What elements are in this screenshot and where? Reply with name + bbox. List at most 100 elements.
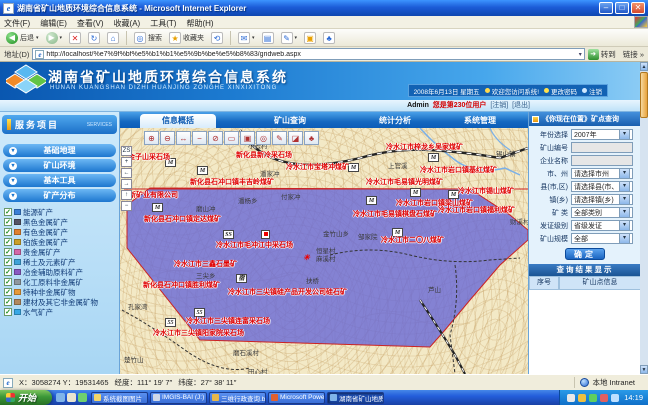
zoom-in-tool[interactable]: ⊕ bbox=[144, 131, 159, 145]
mine-marker-M[interactable]: M bbox=[152, 203, 163, 212]
favorites-button[interactable]: ★收藏夹 bbox=[167, 30, 206, 45]
mine-label[interactable]: 冷水江市三尖镇连富采石场 bbox=[186, 316, 270, 326]
sidebar-group-3[interactable]: ▾矿产分布 bbox=[3, 189, 116, 202]
folder-button[interactable]: ▣ bbox=[302, 30, 318, 45]
nav-up[interactable]: ↑ bbox=[121, 190, 132, 200]
start-button[interactable]: 开始 bbox=[0, 390, 52, 405]
mine-marker-55[interactable]: 55 bbox=[165, 318, 176, 327]
taskbar-window-4[interactable]: 湖南省矿山地质环... bbox=[327, 392, 384, 404]
query-field-input[interactable] bbox=[571, 155, 633, 166]
layer-checkbox[interactable]: ✓ bbox=[4, 228, 12, 236]
tray-volume-icon[interactable] bbox=[611, 394, 619, 402]
map-viewport[interactable]: ⊕⊖↔−⊘▭▣◎✎◪♣ ZS+←→↑− 金子山采石场新化县新冷采石场冷水江市宝塔… bbox=[120, 128, 528, 374]
identify-tool[interactable]: ◎ bbox=[256, 131, 271, 145]
mine-marker-star[interactable]: ✳ bbox=[301, 254, 312, 263]
mine-label[interactable]: 冷水江市毛易镇光明煤矿 bbox=[366, 177, 443, 187]
menu-item-4[interactable]: 工具(T) bbox=[150, 19, 176, 28]
address-dropdown-icon[interactable]: ▾ bbox=[579, 51, 582, 58]
mine-label[interactable]: 新化县石冲口镇定达煤矿 bbox=[144, 214, 221, 224]
tray-update-icon[interactable] bbox=[578, 394, 586, 402]
menu-item-0[interactable]: 文件(F) bbox=[4, 19, 30, 28]
quick-launch-player-icon[interactable] bbox=[78, 393, 87, 402]
scroll-up-icon[interactable]: ▲ bbox=[640, 62, 648, 71]
scrollbar-thumb[interactable] bbox=[640, 72, 648, 118]
layer-checkbox[interactable]: ✓ bbox=[4, 238, 12, 246]
select-rect-tool[interactable]: ▭ bbox=[224, 131, 239, 145]
tray-ime-icon[interactable] bbox=[600, 394, 608, 402]
sidebar-group-1[interactable]: ▾矿山环境 bbox=[3, 159, 116, 172]
mine-label[interactable]: 新化县新冷采石场 bbox=[236, 150, 292, 160]
mine-label[interactable]: 冷水江市宝塔冲煤矿 bbox=[286, 162, 349, 172]
taskbar-window-3[interactable]: Microsoft PowerP... bbox=[268, 392, 325, 404]
go-button[interactable]: ➜ 转到 bbox=[588, 49, 616, 60]
logout-link[interactable]: 注销 bbox=[582, 86, 602, 96]
scroll-down-icon[interactable]: ▼ bbox=[640, 365, 648, 374]
mine-label[interactable]: 冷水江市三鑫石墨矿 bbox=[174, 259, 237, 269]
clear-select-tool[interactable]: ▣ bbox=[240, 131, 255, 145]
mine-label[interactable]: 冷水江市毛易镇棋盘石煤矿 bbox=[353, 209, 437, 219]
query-field-select[interactable]: 请选择市州 bbox=[571, 168, 633, 179]
mine-marker-SS[interactable]: SS bbox=[223, 230, 234, 239]
mine-marker-M[interactable]: M bbox=[348, 163, 359, 172]
layer-checkbox[interactable]: ✓ bbox=[4, 278, 12, 286]
taskbar-window-1[interactable]: IMGIS-BAI (J:) bbox=[150, 392, 207, 404]
sidebar-group-0[interactable]: ▾基础地理 bbox=[3, 144, 116, 157]
layer-checkbox[interactable]: ✓ bbox=[4, 258, 12, 266]
mine-marker-M[interactable]: M bbox=[410, 188, 421, 197]
tab-0[interactable]: 信息概括 bbox=[140, 114, 216, 128]
taskbar-window-0[interactable]: 系统截图图片 bbox=[91, 392, 148, 404]
mine-label[interactable]: 冷水江市岩口镇基红煤矿 bbox=[420, 165, 497, 175]
mine-marker-M[interactable]: M bbox=[428, 153, 439, 162]
refresh-button[interactable]: ↻ bbox=[86, 30, 102, 45]
menu-item-2[interactable]: 查看(V) bbox=[77, 19, 104, 28]
nav-minus[interactable]: − bbox=[121, 201, 132, 211]
stop-button[interactable]: ✕ bbox=[67, 30, 83, 45]
address-input[interactable]: e http://localhost/%e7%9f%bf%e5%b1%b1%e5… bbox=[32, 48, 584, 60]
draw-tool[interactable]: ✎ bbox=[272, 131, 287, 145]
mine-label[interactable]: 新化县石冲口镇胜利煤矿 bbox=[143, 280, 220, 290]
query-field-select[interactable]: 2007年 bbox=[571, 129, 633, 140]
query-field-select[interactable]: 请选择县(市、 bbox=[571, 181, 633, 192]
zoom-out-tool[interactable]: ⊖ bbox=[160, 131, 175, 145]
discuss-button[interactable]: ♣ bbox=[321, 30, 337, 45]
logout-link-2[interactable]: [注销] bbox=[490, 102, 508, 109]
back-button[interactable]: ◀后退▾ bbox=[4, 30, 41, 45]
quick-launch-desktop-icon[interactable] bbox=[67, 393, 76, 402]
nav-plus[interactable]: + bbox=[121, 157, 132, 167]
history-button[interactable]: ⟲ bbox=[209, 30, 225, 45]
legend-tool[interactable]: ♣ bbox=[304, 131, 319, 145]
pan-tool[interactable]: ↔ bbox=[176, 131, 191, 145]
mine-label[interactable]: 冷水江市锡山煤矿 bbox=[458, 186, 514, 196]
query-field-select[interactable]: 请选择镇(乡) bbox=[571, 194, 633, 205]
query-field-select[interactable]: 全部类别 bbox=[571, 207, 633, 218]
layer-checkbox[interactable]: ✓ bbox=[4, 308, 12, 316]
mine-marker-M[interactable]: M bbox=[197, 166, 208, 175]
nav-zs[interactable]: ZS bbox=[121, 146, 132, 156]
layer-checkbox[interactable]: ✓ bbox=[4, 288, 12, 296]
tab-3[interactable]: 系统管理 bbox=[442, 114, 518, 128]
tab-1[interactable]: 矿山查询 bbox=[252, 114, 328, 128]
quick-launch-ie-icon[interactable] bbox=[56, 393, 65, 402]
mine-label[interactable]: 冷水江市二〇八煤矿 bbox=[381, 235, 444, 245]
mine-label[interactable]: 冷水江市岩口镇福利煤矿 bbox=[438, 205, 515, 215]
measure-tool[interactable]: − bbox=[192, 131, 207, 145]
tray-printer-icon[interactable] bbox=[567, 394, 575, 402]
mail-button[interactable]: ✉▾ bbox=[236, 30, 257, 45]
exit-link[interactable]: [退出] bbox=[512, 102, 530, 109]
full-extent-tool[interactable]: ⊘ bbox=[208, 131, 223, 145]
links-label[interactable]: 链接 » bbox=[623, 49, 644, 60]
nav-left[interactable]: ← bbox=[121, 168, 132, 178]
tray-antivirus-icon[interactable] bbox=[589, 394, 597, 402]
menu-item-5[interactable]: 帮助(H) bbox=[186, 19, 213, 28]
browser-scrollbar[interactable]: ▲ ▼ bbox=[640, 62, 648, 374]
mine-marker-宿[interactable]: 宿 bbox=[236, 274, 247, 283]
forward-button[interactable]: ▶▾ bbox=[44, 30, 65, 45]
mine-marker-dot[interactable] bbox=[261, 230, 270, 239]
change-password-link[interactable]: 更改密码 bbox=[544, 86, 577, 96]
sidebar-group-2[interactable]: ▾基本工具 bbox=[3, 174, 116, 187]
layer-checkbox[interactable]: ✓ bbox=[4, 208, 12, 216]
layer-checkbox[interactable]: ✓ bbox=[4, 248, 12, 256]
edit-button[interactable]: ✎▾ bbox=[279, 30, 300, 45]
taskbar-window-2[interactable]: 三维行政查询.bmp ... bbox=[209, 392, 266, 404]
mine-label[interactable]: 冷水江市三尖镇阳家院采石场 bbox=[153, 328, 244, 338]
